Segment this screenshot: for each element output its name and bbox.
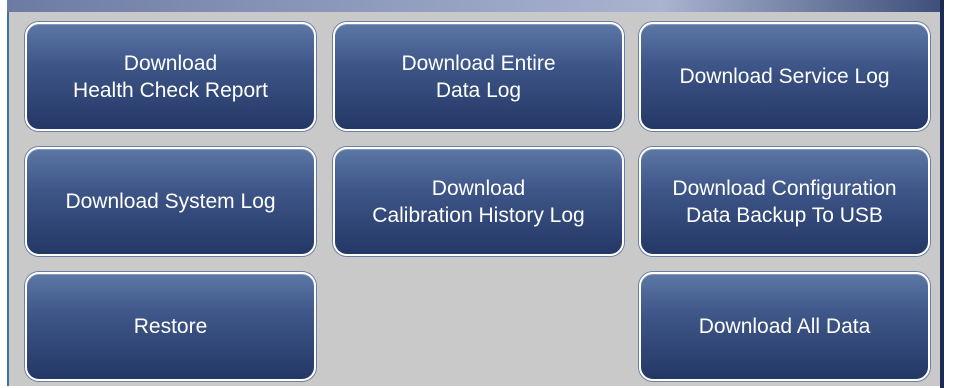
button-label-line2: Health Check Report xyxy=(73,78,268,102)
download-service-log-button[interactable]: Download Service Log xyxy=(639,22,930,131)
download-configuration-backup-button[interactable]: Download Configuration Data Backup To US… xyxy=(639,147,930,256)
button-label-line1: Download Configuration xyxy=(672,176,897,200)
window-right-edge xyxy=(940,0,944,388)
title-bar-strip xyxy=(7,0,943,12)
button-label: Download All Data xyxy=(698,315,871,338)
download-all-data-button[interactable]: Download All Data xyxy=(639,272,930,381)
button-label-line2: Calibration History Log xyxy=(372,203,585,227)
screen: Download Health Check Report Download En… xyxy=(0,0,956,388)
download-health-check-report-button[interactable]: Download Health Check Report xyxy=(25,22,316,131)
button-label-line1: Download xyxy=(431,176,526,200)
download-calibration-history-log-button[interactable]: Download Calibration History Log xyxy=(333,147,624,256)
download-system-log-button[interactable]: Download System Log xyxy=(25,147,316,256)
download-entire-data-log-button[interactable]: Download Entire Data Log xyxy=(333,22,624,131)
button-label: Download System Log xyxy=(65,190,276,213)
button-label-line2: Data Log xyxy=(435,78,522,102)
button-label: Download Service Log xyxy=(679,65,890,88)
button-label-line2: Data Backup To USB xyxy=(686,203,883,227)
button-label: Restore xyxy=(133,315,208,338)
button-label-line1: Download Entire xyxy=(401,51,556,75)
restore-button[interactable]: Restore xyxy=(25,272,316,381)
button-label-line1: Download xyxy=(123,51,218,75)
